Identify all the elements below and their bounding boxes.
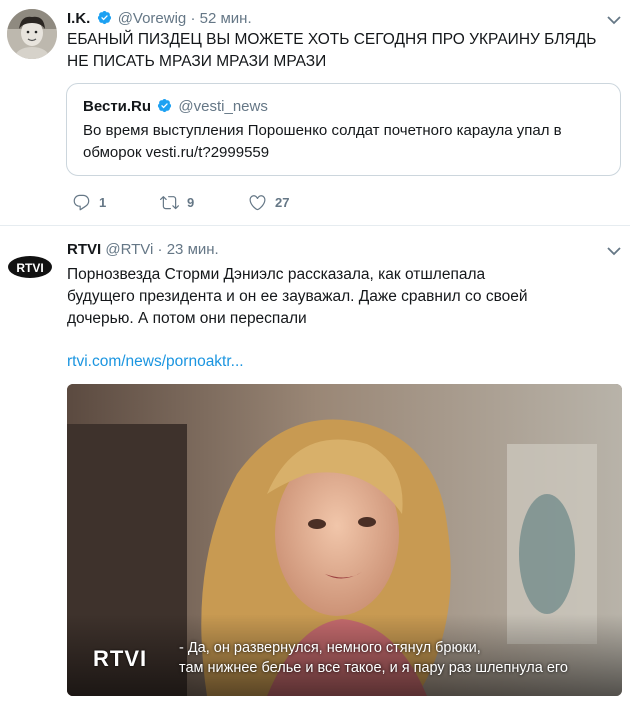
video-subtitle: - Да, он развернулся, немного стянул брю…: [179, 638, 619, 678]
chevron-down-icon[interactable]: [605, 242, 623, 260]
heart-icon: [249, 194, 266, 210]
tweet-text: Порнозвезда Сторми Дэниэлс рассказала, к…: [67, 266, 528, 327]
quoted-text: Во время выступления Порошенко солдат по…: [83, 122, 562, 161]
quoted-author-handle: @vesti_news: [178, 98, 268, 115]
reply-button[interactable]: 1: [72, 191, 106, 213]
timestamp[interactable]: 52 мин.: [200, 10, 252, 27]
chevron-down-icon[interactable]: [605, 11, 623, 29]
profile-photo: [7, 9, 57, 59]
retweet-count: 9: [187, 194, 195, 210]
quoted-tweet[interactable]: Вести.Ru @vesti_news Во время выступлени…: [66, 83, 621, 176]
retweet-button[interactable]: 9: [160, 191, 194, 213]
rtvi-logo-avatar[interactable]: RTVI: [8, 256, 52, 278]
verified-badge-icon: [97, 10, 111, 25]
tweet-header: I.K. @Vorewig · 52 мин.: [67, 10, 252, 28]
tweet-text: ЕБАНЫЙ ПИЗДЕЦ ВЫ МОЖЕТЕ ХОТЬ СЕГОДНЯ ПРО…: [67, 31, 597, 70]
separator-dot: ·: [190, 10, 196, 27]
author-name[interactable]: RTVI: [67, 241, 101, 258]
avatar-logo-text: RTVI: [16, 261, 43, 275]
author-handle[interactable]: @Vorewig: [118, 10, 187, 27]
avatar[interactable]: [7, 9, 57, 59]
reply-icon: [73, 194, 90, 210]
author-handle[interactable]: @RTVi: [105, 241, 153, 258]
article-link[interactable]: rtvi.com/news/pornoaktr...: [67, 351, 244, 373]
quoted-header: Вести.Ru @vesti_news: [83, 98, 268, 116]
tweet-1[interactable]: I.K. @Vorewig · 52 мин. ЕБАНЫЙ ПИЗДЕЦ ВЫ…: [0, 0, 630, 226]
like-button[interactable]: 27: [248, 191, 289, 213]
reply-count: 1: [99, 194, 107, 210]
like-count: 27: [275, 194, 290, 210]
verified-badge-icon: [158, 98, 172, 113]
video-thumbnail[interactable]: RTVI - Да, он развернулся, немного стяну…: [67, 384, 622, 696]
separator-dot: ·: [157, 241, 163, 258]
subtitle-line-1: - Да, он развернулся, немного стянул брю…: [179, 640, 481, 656]
media-watermark-logo: RTVI: [93, 646, 148, 671]
quoted-author-name: Вести.Ru: [83, 98, 152, 115]
timestamp[interactable]: 23 мин.: [167, 241, 219, 258]
tweet-header: RTVI @RTVi · 23 мин.: [67, 241, 219, 259]
author-name[interactable]: I.K.: [67, 10, 90, 27]
subtitle-line-2: там нижнее белье и все такое, и я пару р…: [179, 660, 568, 676]
retweet-icon: [160, 195, 179, 209]
